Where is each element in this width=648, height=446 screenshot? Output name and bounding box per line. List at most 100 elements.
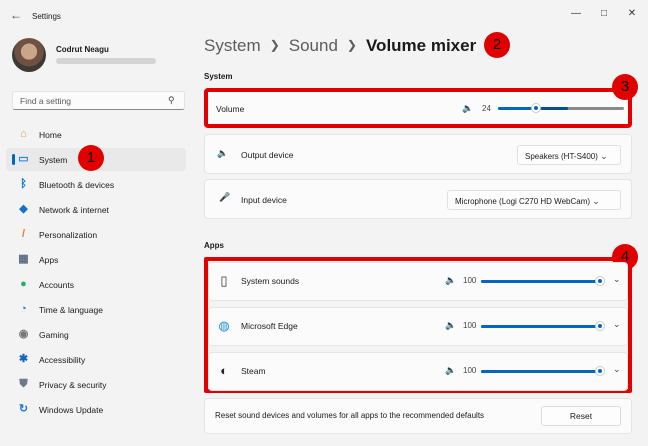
output-device-value: Speakers (HT-S400) — [525, 152, 598, 161]
maximize-icon[interactable]: □ — [594, 6, 614, 22]
volume-card: Volume 🔈 24 — [204, 88, 632, 128]
app-volume-row[interactable]: ▯ System sounds 🔈 100 ⌄ — [208, 262, 628, 301]
user-name: Codrut Neagu — [56, 45, 109, 54]
sidebar-item-network-internet[interactable]: ◆ Network & internet — [6, 198, 186, 221]
app-title: Settings — [32, 12, 61, 21]
accounts-icon: ● — [20, 278, 27, 290]
input-device-dropdown[interactable]: Microphone (Logi C270 HD WebCam) ⌄ — [447, 190, 621, 210]
sidebar-item-label: Privacy & security — [39, 380, 107, 390]
minimize-icon[interactable]: — — [566, 6, 586, 22]
app-volume-thumb[interactable] — [595, 276, 605, 286]
sidebar-item-label: Personalization — [39, 230, 98, 240]
app-volume-row[interactable]: ◍ Microsoft Edge 🔈 100 ⌄ — [208, 307, 628, 346]
sidebar-item-label: Network & internet — [39, 205, 109, 215]
apps-section-heading: Apps — [204, 241, 224, 250]
chevron-down-icon: ⌄ — [592, 196, 600, 206]
app-volume-value: 100 — [463, 366, 477, 375]
chevron-right-icon: ❯ — [269, 38, 280, 52]
gamepad-icon: ◉ — [18, 328, 29, 340]
input-device-card: 🎤 Input device Microphone (Logi C270 HD … — [204, 179, 632, 219]
annotation-badge-3: 3 — [612, 74, 638, 100]
sidebar-item-label: Time & language — [39, 305, 103, 315]
globe-clock-icon: ◔ — [20, 303, 27, 315]
breadcrumb: System ❯ Sound ❯ Volume mixer — [204, 36, 476, 56]
chevron-down-icon[interactable]: ⌄ — [613, 364, 621, 375]
input-device-label: Input device — [241, 195, 287, 205]
speaker-icon[interactable]: 🔈 — [445, 365, 456, 376]
search-icon[interactable]: ⚲ — [168, 95, 178, 105]
search-box[interactable]: Find a setting ⚲ — [12, 91, 185, 110]
sidebar-item-label: Accessibility — [39, 355, 86, 365]
output-device-dropdown[interactable]: Speakers (HT-S400) ⌄ — [517, 145, 621, 165]
speaker-icon: 🔈 — [217, 148, 229, 158]
volume-slider-thumb[interactable] — [531, 103, 541, 113]
chevron-down-icon[interactable]: ⌄ — [613, 319, 621, 330]
app-name: Microsoft Edge — [241, 321, 298, 331]
brush-icon: / — [21, 228, 26, 240]
app-volume-fill — [481, 280, 601, 283]
volume-label: Volume — [216, 104, 245, 114]
chevron-right-icon: ❯ — [346, 38, 357, 52]
sidebar-item-label: Gaming — [39, 330, 69, 340]
speaker-icon[interactable]: 🔈 — [445, 275, 456, 286]
sidebar-item-home[interactable]: ⌂ Home — [6, 123, 186, 146]
search-input[interactable]: Find a setting — [20, 96, 71, 106]
volume-level-meter — [538, 107, 568, 110]
steam-icon: ◐ — [220, 363, 228, 378]
app-volume-thumb[interactable] — [595, 366, 605, 376]
sidebar-item-gaming[interactable]: ◉ Gaming — [6, 323, 186, 346]
sidebar-item-label: Home — [39, 130, 62, 140]
output-device-label: Output device — [241, 150, 294, 160]
edge-icon: ◍ — [218, 318, 230, 333]
shield-icon: ⛊ — [19, 378, 28, 390]
user-email-redacted — [56, 58, 156, 64]
app-volume-thumb[interactable] — [595, 321, 605, 331]
apps-icon: ▦ — [18, 253, 29, 265]
sidebar-item-time-language[interactable]: ◔ Time & language — [6, 298, 186, 321]
chevron-down-icon: ⌄ — [600, 151, 608, 161]
speaker-icon[interactable]: 🔈 — [445, 320, 456, 331]
selection-indicator — [12, 154, 15, 165]
sidebar-item-bluetooth-devices[interactable]: ᛒ Bluetooth & devices — [6, 173, 186, 196]
breadcrumb-system[interactable]: System — [204, 36, 261, 55]
app-volume-value: 100 — [463, 276, 477, 285]
speaker-icon[interactable]: 🔈 — [462, 103, 473, 114]
sidebar-item-label: Bluetooth & devices — [39, 180, 115, 190]
back-arrow-icon[interactable]: ← — [8, 9, 24, 23]
sidebar-item-apps[interactable]: ▦ Apps — [6, 248, 186, 271]
sidebar-item-label: Apps — [39, 255, 59, 265]
app-volume-value: 100 — [463, 321, 477, 330]
app-volume-fill — [481, 325, 601, 328]
accessibility-icon: ✱ — [18, 353, 29, 365]
sidebar-item-label: System — [39, 155, 68, 165]
annotation-badge-1: 1 — [78, 145, 104, 171]
annotation-badge-2: 2 — [484, 32, 510, 58]
chevron-down-icon[interactable]: ⌄ — [613, 274, 621, 285]
close-icon[interactable]: ✕ — [622, 6, 642, 22]
sidebar-item-accessibility[interactable]: ✱ Accessibility — [6, 348, 186, 371]
bluetooth-icon: ᛒ — [20, 178, 27, 190]
system-icon: ▭ — [18, 153, 29, 165]
system-section-heading: System — [204, 72, 233, 81]
reset-description: Reset sound devices and volumes for all … — [215, 411, 485, 420]
wifi-icon: ◆ — [19, 203, 28, 215]
speaker-box-icon: ▯ — [220, 273, 228, 288]
sidebar-item-windows-update[interactable]: ↻ Windows Update — [6, 398, 186, 421]
input-device-value: Microphone (Logi C270 HD WebCam) — [455, 197, 591, 206]
sidebar-item-privacy-security[interactable]: ⛊ Privacy & security — [6, 373, 186, 396]
avatar[interactable] — [12, 38, 46, 72]
breadcrumb-sound[interactable]: Sound — [289, 36, 338, 55]
app-volume-row[interactable]: ◐ Steam 🔈 100 ⌄ — [208, 352, 628, 391]
app-name: Steam — [241, 366, 266, 376]
home-icon: ⌂ — [20, 128, 27, 140]
microphone-icon: 🎤 — [219, 192, 231, 202]
output-device-card: 🔈 Output device Speakers (HT-S400) ⌄ — [204, 134, 632, 174]
update-icon: ↻ — [18, 403, 29, 415]
sidebar-item-personalization[interactable]: / Personalization — [6, 223, 186, 246]
reset-button[interactable]: Reset — [541, 406, 621, 426]
sidebar-item-label: Accounts — [39, 280, 74, 290]
sidebar-item-accounts[interactable]: ● Accounts — [6, 273, 186, 296]
volume-value: 24 — [482, 104, 491, 113]
app-volume-fill — [481, 370, 601, 373]
app-name: System sounds — [241, 276, 300, 286]
